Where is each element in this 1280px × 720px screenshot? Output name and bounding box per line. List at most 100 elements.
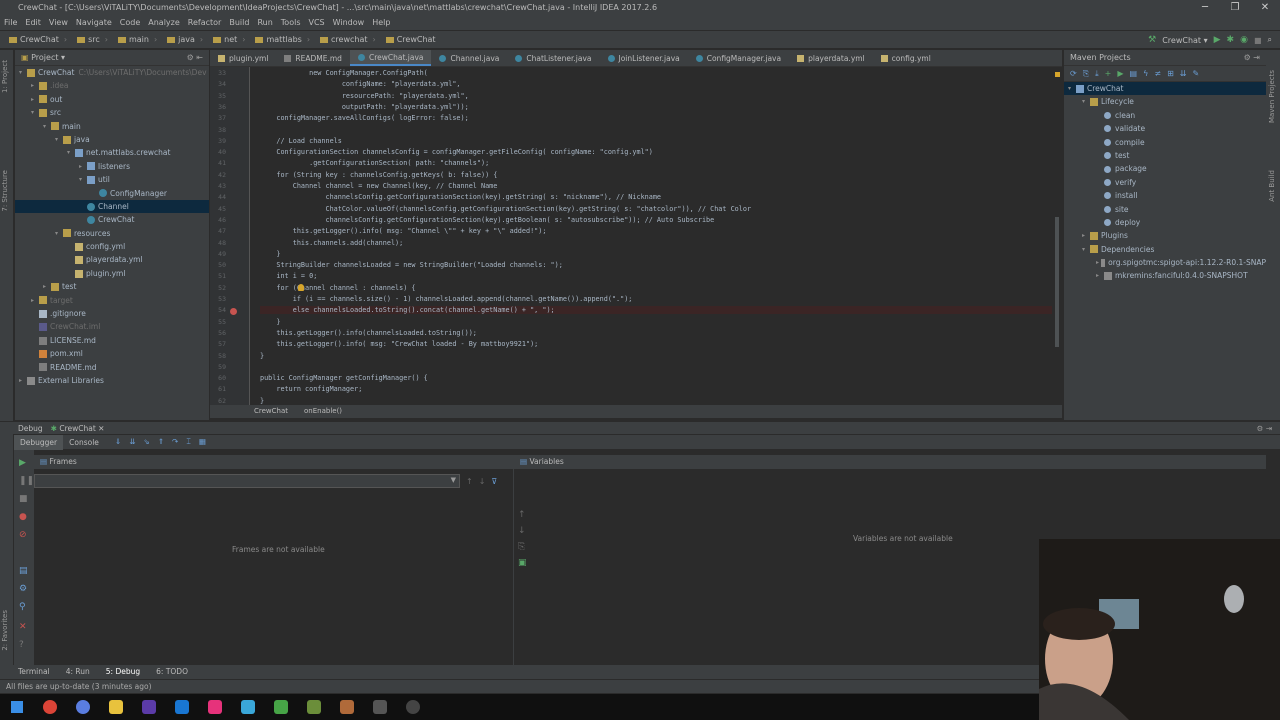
pause-icon[interactable]: ❚❚: [19, 476, 34, 486]
start-icon[interactable]: [0, 694, 33, 720]
code-line[interactable]: configManager.saveAllConfigs( logError: …: [260, 114, 468, 122]
project-tree-item[interactable]: ▾ net.mattlabs.crewchat: [15, 146, 209, 159]
run-config-selector[interactable]: CrewChat ▾: [1162, 36, 1207, 45]
view-breakpoints-icon[interactable]: ●: [19, 512, 27, 522]
project-tree-item[interactable]: CrewChat: [15, 213, 209, 226]
file-explorer-icon[interactable]: [99, 694, 132, 720]
project-tree-item[interactable]: .gitignore: [15, 307, 209, 320]
code-line[interactable]: this.getLogger().info( msg: "CrewChat lo…: [260, 340, 538, 348]
code-line[interactable]: // Load channels: [260, 137, 341, 145]
maven-tree-item[interactable]: ▾ CrewChat: [1064, 82, 1266, 96]
maven-tree-item[interactable]: ▸ org.spigotmc:spigot-api:1.12.2-R0.1-SNA…: [1064, 256, 1266, 269]
maven-tree-item[interactable]: ▸ mkremins:fanciful:0.4.0-SNAPSHOT: [1064, 269, 1266, 282]
project-tree-item[interactable]: ▾ java: [15, 133, 209, 146]
maximize-icon[interactable]: ❐: [1220, 0, 1250, 16]
expand-arrow-icon[interactable]: ▾: [55, 227, 63, 240]
project-tree-item[interactable]: ▾ CrewChat C:\Users\ViTALiTY\Documents\Dev: [15, 66, 209, 79]
scroll-thumb[interactable]: [1055, 217, 1059, 347]
app3-icon[interactable]: [330, 694, 363, 720]
favorites-tool-tab[interactable]: 2: Favorites: [1, 610, 9, 651]
step-toolbar[interactable]: ⇓⇊⇘⇑↷⌶▦: [105, 437, 214, 447]
browser-icon[interactable]: [66, 694, 99, 720]
app-icon[interactable]: [231, 694, 264, 720]
minimize-icon[interactable]: ─: [1190, 0, 1220, 16]
code-line[interactable]: this.getLogger().info( msg: "Channel \""…: [260, 227, 547, 235]
code-line[interactable]: public ConfigManager getConfigManager() …: [260, 374, 428, 382]
inspection-warning-icon[interactable]: [1055, 72, 1060, 77]
menu-item[interactable]: Tools: [277, 16, 305, 30]
resume-icon[interactable]: ▶: [19, 458, 26, 468]
skip-tests-icon[interactable]: ≠: [1154, 69, 1161, 78]
editor-tab[interactable]: plugin.yml: [210, 50, 276, 66]
expand-arrow-icon[interactable]: ▾: [1082, 95, 1090, 108]
collapse-all-icon[interactable]: ⇊: [1180, 69, 1187, 78]
menu-item[interactable]: Edit: [21, 16, 45, 30]
expand-arrow-icon[interactable]: ▾: [1082, 243, 1090, 256]
filter-icon[interactable]: ⊽: [491, 477, 497, 486]
code-line[interactable]: }: [260, 318, 280, 326]
bottom-tool-tab[interactable]: 5: Debug: [106, 665, 140, 679]
project-tree-item[interactable]: CrewChat.iml: [15, 320, 209, 333]
project-tree-item[interactable]: playerdata.yml: [15, 253, 209, 266]
breadcrumb-item[interactable]: main: [113, 35, 162, 44]
menu-item[interactable]: Analyze: [144, 16, 184, 30]
code-line[interactable]: int i = 0;: [260, 272, 317, 280]
project-tree-item[interactable]: ▸ out: [15, 93, 209, 106]
expand-arrow-icon[interactable]: ▸: [19, 374, 27, 387]
code-line[interactable]: .getConfigurationSection( path: "channel…: [260, 159, 489, 167]
maven-tree-item[interactable]: site: [1064, 203, 1266, 216]
breadcrumb-item[interactable]: net: [208, 35, 250, 44]
code-line[interactable]: ChatColor.valueOf(channelsConfig.getConf…: [260, 205, 751, 213]
breadcrumb-item[interactable]: crewchat: [315, 35, 381, 44]
maven-settings-wrench-icon[interactable]: ✎: [1192, 69, 1199, 78]
code-line[interactable]: for (Channel channel : channels) {: [260, 284, 415, 292]
run-goal-icon[interactable]: ▶: [1117, 69, 1123, 78]
expand-arrow-icon[interactable]: ▾: [55, 133, 63, 146]
outlook-icon[interactable]: [165, 694, 198, 720]
breadcrumb-item[interactable]: mattlabs: [250, 35, 315, 44]
menu-item[interactable]: View: [45, 16, 72, 30]
lightbulb-icon[interactable]: [298, 283, 304, 291]
editor-tab[interactable]: ConfigManager.java: [688, 50, 789, 66]
expand-arrow-icon[interactable]: ▸: [79, 160, 87, 173]
app4-icon[interactable]: [396, 694, 429, 720]
project-tree-item[interactable]: ▾ src: [15, 106, 209, 119]
maven-tree-item[interactable]: deploy: [1064, 216, 1266, 229]
menu-item[interactable]: VCS: [305, 16, 329, 30]
mute-breakpoints-icon[interactable]: ⊘: [19, 530, 27, 540]
debug-session-tab[interactable]: ✱ CrewChat ✕: [51, 422, 105, 434]
code-line[interactable]: new ConfigManager.ConfigPath(: [260, 69, 428, 77]
expand-arrow-icon[interactable]: ▾: [79, 173, 87, 186]
editor-tab[interactable]: README.md: [276, 50, 350, 66]
code-line[interactable]: configName: "playerdata.yml",: [260, 80, 461, 88]
maven-tree-item[interactable]: validate: [1064, 122, 1266, 135]
code-line[interactable]: }: [260, 352, 264, 360]
project-tree-item[interactable]: ▸ External Libraries: [15, 374, 209, 387]
maven-tree-item[interactable]: install: [1064, 189, 1266, 202]
menu-item[interactable]: Help: [368, 16, 394, 30]
close-icon[interactable]: ✕: [1250, 0, 1280, 16]
structure-tool-tab[interactable]: 7: Structure: [1, 170, 9, 212]
breadcrumb-item[interactable]: java: [162, 35, 208, 44]
download-icon[interactable]: ⤓: [1095, 69, 1099, 79]
search-everywhere-icon[interactable]: ⌕: [1268, 35, 1272, 45]
project-tree-item[interactable]: Channel: [15, 199, 209, 214]
stop-debug-icon[interactable]: ■: [19, 494, 28, 504]
evaluate-icon[interactable]: ↑: [518, 510, 526, 520]
editor-breadcrumb-item[interactable]: onEnable(): [304, 405, 342, 418]
project-tree-item[interactable]: ▸ listeners: [15, 160, 209, 173]
maven-tree-item[interactable]: ▾ Dependencies: [1064, 243, 1266, 256]
expand-arrow-icon[interactable]: ▸: [43, 280, 51, 293]
thread-selector[interactable]: ▼: [34, 474, 460, 488]
intellij-icon[interactable]: [198, 694, 231, 720]
pin-icon[interactable]: ⚲: [19, 602, 26, 612]
code-line[interactable]: else channelsLoaded.toString().concat(ch…: [260, 306, 1062, 315]
expand-arrow-icon[interactable]: ▾: [67, 146, 75, 159]
ant-build-tool-tab[interactable]: Ant Build: [1268, 170, 1276, 202]
editor-tab[interactable]: CrewChat.java: [349, 50, 432, 66]
generate-sources-icon[interactable]: ⎘: [1083, 69, 1089, 79]
maven-tree-item[interactable]: package: [1064, 162, 1266, 175]
code-line[interactable]: Channel channel = new Channel(key, // Ch…: [260, 182, 498, 190]
code-line[interactable]: return configManager;: [260, 385, 362, 393]
maven-tree-item[interactable]: ▸ Plugins: [1064, 229, 1266, 242]
